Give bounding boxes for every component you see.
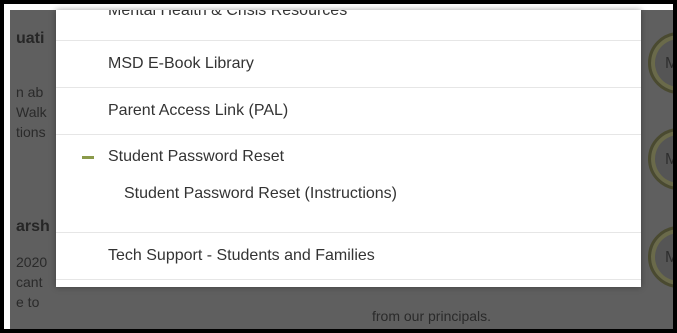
bg-circle-badge: M [648,32,673,94]
bg-text-fragment: n ab [16,84,44,100]
menu-item-label: Parent Access Link (PAL) [108,102,289,119]
dropdown-menu-panel: Mental Health & Crisis Resources MSD E-B… [56,10,641,287]
menu-item-label: Student Password Reset [108,148,285,165]
bg-text-fragment: tions [16,124,46,140]
bg-text-fragment: cant [16,274,43,290]
bg-text-fragment: Walk [16,104,47,120]
menu-item-tech-support[interactable]: Tech Support - Students and Families [56,233,641,280]
menu-item-label: MSD E-Book Library [108,55,254,72]
bg-circle-badge: M [648,226,673,288]
menu-item-ebook-library[interactable]: MSD E-Book Library [56,41,641,88]
bg-text-fragment: e to [16,294,40,310]
bg-heading-evaluation: uati [16,30,45,47]
menu-item-mental-health[interactable]: Mental Health & Crisis Resources [56,10,641,41]
bg-heading-scholarship: arsh [16,218,50,235]
menu-item-student-password-reset[interactable]: Student Password Reset Student Password … [56,135,641,233]
screenshot-frame: uati n ab Walk tions arsh 2020 cant e to… [0,0,677,333]
menu-item-parent-access-link[interactable]: Parent Access Link (PAL) [56,88,641,135]
bg-text-fragment: 2020 [16,254,48,270]
collapse-minus-icon[interactable] [82,156,94,159]
menu-item-label: Mental Health & Crisis Resources [108,10,348,19]
bg-text-principals: from our principals. [372,308,492,324]
menu-item-label: Tech Support - Students and Families [108,247,375,264]
submenu-item-password-reset-instructions[interactable]: Student Password Reset (Instructions) [124,185,397,203]
bg-circle-badge: M [648,128,673,190]
